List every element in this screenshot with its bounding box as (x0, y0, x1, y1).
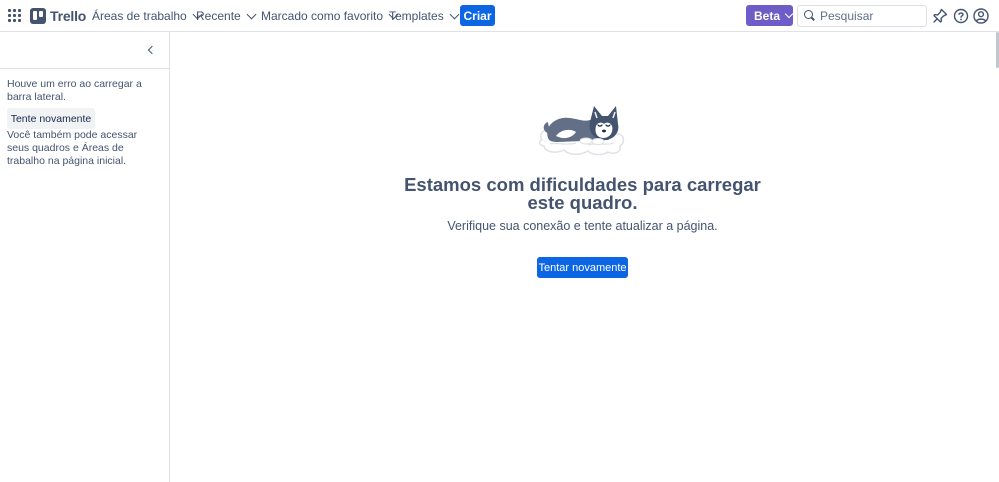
board-content-area: Estamos com dificuldades para carregar e… (170, 32, 999, 482)
error-subtitle: Verifique sua conexão e tente atualizar … (447, 219, 718, 233)
retry-button[interactable]: Tentar novamente (537, 257, 628, 278)
nav-starred-dropdown[interactable]: Marcado como favorito (261, 6, 399, 26)
nav-templates-dropdown[interactable]: Templates (389, 6, 460, 26)
error-title: Estamos com dificuldades para carregar e… (404, 174, 761, 213)
sidebar-error-message: Houve um erro ao carregar a barra latera… (7, 78, 142, 103)
account-avatar-icon[interactable] (973, 8, 989, 24)
search-input[interactable] (820, 9, 925, 23)
apps-grid-icon[interactable] (8, 9, 22, 23)
sleeping-husky-illustration (538, 106, 625, 156)
notifications-icon[interactable] (932, 8, 948, 24)
top-navigation-bar: Trello Áreas de trabalho Recente Marcado… (0, 0, 999, 32)
chevron-left-icon (147, 45, 156, 55)
help-icon[interactable] (953, 8, 969, 24)
sidebar-help-message: Você também pode acessar seus quadros e … (7, 129, 138, 167)
nav-starred-label: Marcado como favorito (261, 9, 384, 23)
create-button[interactable]: Criar (460, 5, 495, 26)
beta-button[interactable]: Beta (746, 5, 794, 26)
sidebar-retry-button[interactable]: Tente novamente (7, 108, 95, 129)
collapse-sidebar-button[interactable] (142, 42, 158, 58)
trello-logo[interactable]: Trello (30, 7, 86, 25)
search-icon (804, 10, 816, 22)
search-box[interactable] (797, 5, 927, 27)
app-name: Trello (50, 8, 87, 24)
nav-recent-dropdown[interactable]: Recente (196, 6, 257, 26)
chevron-down-icon (246, 9, 257, 19)
beta-label: Beta (754, 8, 781, 23)
nav-templates-label: Templates (389, 9, 444, 23)
chevron-down-icon (449, 9, 460, 19)
nav-recent-label: Recente (196, 9, 241, 23)
nav-workspaces-label: Áreas de trabalho (92, 9, 187, 23)
sidebar-header (0, 32, 169, 69)
nav-workspaces-dropdown[interactable]: Áreas de trabalho (92, 6, 203, 26)
sidebar: Houve um erro ao carregar a barra latera… (0, 32, 170, 482)
trello-logo-icon (30, 8, 46, 24)
chevron-down-icon (784, 9, 794, 18)
